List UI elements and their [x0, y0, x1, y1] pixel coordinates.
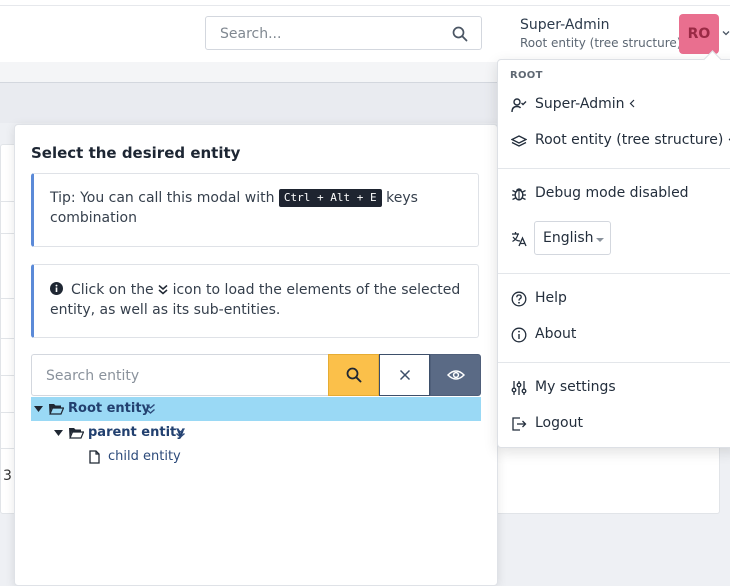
background-row-divider	[0, 201, 14, 202]
global-search-input[interactable]	[218, 25, 442, 43]
background-row-divider	[0, 233, 14, 234]
file-icon	[89, 450, 100, 464]
menu-item-label: Debug mode disabled	[535, 185, 689, 201]
tree-node-child[interactable]: child entity	[31, 445, 481, 469]
tree-node-label[interactable]: parent entity	[88, 421, 185, 445]
double-chevron-down-icon[interactable]	[145, 403, 156, 415]
entity-search-input[interactable]	[44, 367, 318, 385]
search-icon	[346, 367, 361, 383]
menu-divider	[498, 362, 730, 363]
bug-icon	[512, 188, 526, 201]
avatar[interactable]: RO	[679, 14, 719, 54]
menu-item-entity[interactable]: Root entity (tree structure)	[498, 125, 730, 157]
keyboard-shortcut: Ctrl + Alt + E	[278, 189, 382, 207]
modal-title: Select the desired entity	[31, 144, 241, 162]
background-row-divider	[0, 412, 14, 413]
info-icon	[50, 282, 63, 295]
folder-open-icon	[49, 404, 64, 415]
menu-item-logout[interactable]: Logout	[498, 408, 730, 440]
secondary-bar	[0, 62, 498, 83]
background-row-fragment: 3	[3, 468, 12, 484]
info-icon	[511, 327, 527, 343]
tip-alert: Tip: You can call this modal with Ctrl +…	[31, 173, 479, 247]
tree-node-root[interactable]: Root entity	[31, 397, 481, 421]
background-row-divider	[0, 338, 14, 339]
caret-down-icon[interactable]	[34, 405, 43, 413]
menu-item-label: About	[535, 326, 577, 342]
tip-text: Tip: You can call this modal with	[50, 190, 279, 206]
entity-search-field[interactable]	[31, 354, 329, 396]
folder-open-icon	[69, 428, 84, 439]
tree-node-label[interactable]: Root entity	[68, 397, 150, 421]
global-search[interactable]	[205, 16, 482, 50]
user-dropdown-menu: ROOT Super-Admin Root entity (tree struc…	[497, 50, 730, 448]
entity-tree: Root entity parent entity child entity	[31, 397, 481, 469]
entity-search-button[interactable]	[328, 354, 379, 396]
logout-icon	[512, 417, 527, 431]
menu-item-debug[interactable]: Debug mode disabled	[498, 178, 730, 210]
double-chevron-down-icon	[158, 284, 168, 295]
double-chevron-down-icon[interactable]	[175, 427, 186, 439]
menu-item-label: Root entity (tree structure)	[535, 132, 730, 148]
user-check-icon	[511, 98, 527, 113]
caret-down-icon	[596, 238, 604, 242]
info-text: Click on the	[71, 282, 159, 298]
eye-icon	[446, 370, 465, 380]
header-divider	[0, 5, 730, 6]
language-select[interactable]: English	[534, 221, 611, 255]
tree-node-label[interactable]: child entity	[108, 445, 181, 469]
menu-item-profile[interactable]: Super-Admin	[498, 89, 730, 121]
language-icon	[512, 232, 527, 247]
close-icon	[399, 369, 410, 381]
menu-item-label: Help	[535, 290, 567, 306]
background-row-divider	[0, 375, 14, 376]
menu-item-settings[interactable]: My settings	[498, 372, 730, 404]
language-select-value: English	[543, 230, 594, 246]
tree-node-parent[interactable]: parent entity	[31, 421, 481, 445]
help-icon	[511, 291, 527, 307]
menu-item-label: My settings	[535, 379, 616, 395]
background-row-divider	[0, 298, 14, 299]
entity-view-button[interactable]	[430, 354, 481, 396]
caret-down-icon[interactable]	[54, 429, 63, 437]
user-name[interactable]: Super-Admin	[520, 17, 609, 33]
info-alert: Click on the icon to load the elements o…	[31, 264, 479, 338]
menu-item-label: Logout	[535, 415, 583, 431]
menu-divider	[498, 168, 730, 169]
entity-clear-button[interactable]	[379, 354, 430, 396]
chevron-left-icon	[629, 99, 635, 108]
search-icon[interactable]	[452, 26, 468, 42]
chevron-down-icon[interactable]	[722, 29, 730, 37]
user-entity[interactable]: Root entity (tree structure)	[520, 36, 681, 50]
background-row-divider	[0, 448, 14, 449]
menu-item-label: Super-Admin	[535, 96, 635, 112]
menu-item-help[interactable]: Help	[498, 283, 730, 315]
sliders-icon	[511, 381, 527, 395]
entity-select-modal: Select the desired entity Tip: You can c…	[14, 124, 498, 586]
top-header: Super-Admin Root entity (tree structure)…	[0, 0, 730, 63]
menu-divider	[498, 273, 730, 274]
entity-search-group	[31, 354, 481, 396]
menu-section-header: ROOT	[510, 70, 543, 81]
menu-item-about[interactable]: About	[498, 319, 730, 351]
layers-icon	[511, 135, 527, 147]
